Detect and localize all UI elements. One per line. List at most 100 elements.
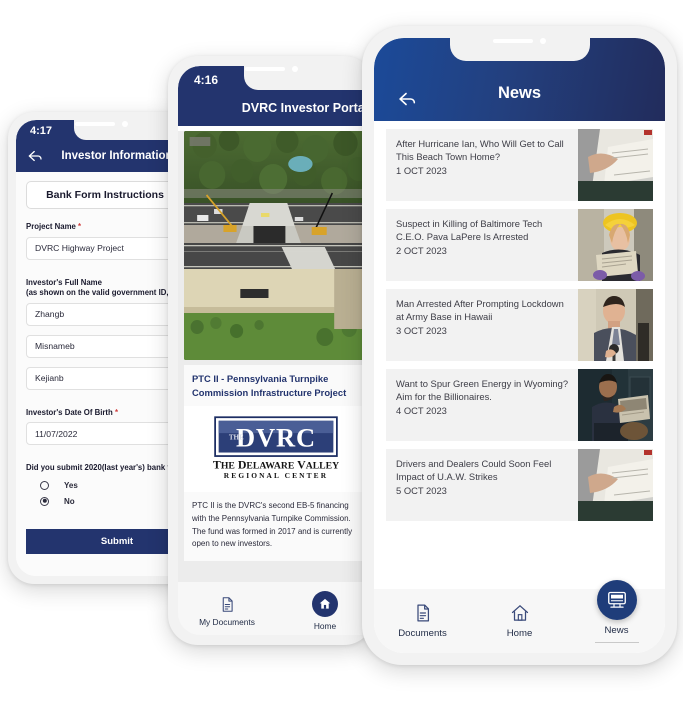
news-item-text: After Hurricane Ian, Who Will Get to Cal… [386, 129, 578, 201]
required-asterisk: * [114, 407, 118, 417]
home-active-badge [312, 591, 338, 617]
last-name-input[interactable]: Kejianb [26, 366, 184, 390]
radio-option-yes[interactable]: Yes [40, 480, 184, 490]
nav-label-home: Home [506, 628, 533, 639]
news-headline: After Hurricane Ian, Who Will Get to Cal… [396, 138, 564, 163]
dob-input[interactable]: 11/07/2022 [26, 422, 184, 446]
news-thumbnail [578, 209, 653, 281]
investor-full-name-label-text: Investor's Full Name [26, 277, 102, 287]
news-headline: Man Arrested After Prompting Lockdown at… [396, 298, 564, 323]
news-date: 4 OCT 2023 [396, 404, 447, 416]
project-name-input[interactable]: DVRC Highway Project [26, 236, 184, 260]
news-thumbnail [578, 129, 653, 201]
radio-yes-icon[interactable] [40, 480, 49, 490]
hands-holding-newspaper-image [578, 449, 653, 521]
phone-right-screen: News After Hurricane Ian, Who Will Get t… [374, 38, 665, 653]
radio-no-icon[interactable] [40, 496, 49, 506]
news-list-item[interactable]: Drivers and Dealers Could Soon Feel Impa… [386, 449, 653, 521]
notch-cutout [449, 38, 590, 61]
news-list-item[interactable]: Suspect in Killing of Baltimore Tech C.E… [386, 209, 653, 281]
news-thumbnail [578, 369, 653, 441]
project-description: PTC II is the DVRC's second EB-5 financi… [184, 492, 368, 561]
investor-full-name-label: Investor's Full Name (as shown on the va… [26, 277, 186, 299]
phone-middle-investor-portal: 4:16 DVRC Investor Portal PTC II - Penns… [168, 56, 374, 645]
active-tab-underline [594, 641, 639, 643]
dvrc-logo-graphic: DVRC THE THE DELAWARE VALLEY REGIONAL CE… [213, 416, 339, 480]
news-badge-icon [607, 591, 626, 608]
news-list-item[interactable]: Want to Spur Green Energy in Wyoming? Ai… [386, 369, 653, 441]
nav-item-home[interactable]: Home [471, 603, 568, 639]
woman-yellow-hat-newspaper-image [578, 209, 653, 281]
nav-item-news[interactable]: News [568, 580, 665, 643]
project-title: PTC II - Pennsylvania Turnpike Commissio… [184, 365, 368, 407]
required-asterisk: * [78, 222, 82, 231]
man-reading-newspaper-dark-image [578, 369, 653, 441]
document-icon [222, 596, 233, 612]
project-hero-image [184, 131, 368, 360]
news-item-text: Drivers and Dealers Could Soon Feel Impa… [386, 449, 578, 521]
page-title: News [497, 84, 542, 102]
phone-middle-body: PTC II - Pennsylvania Turnpike Commissio… [178, 131, 374, 635]
document-icon [416, 604, 429, 622]
news-item-text: Man Arrested After Prompting Lockdown at… [386, 289, 578, 361]
nav-label-my-documents: My Documents [199, 616, 255, 627]
aerial-construction-photo [184, 131, 368, 360]
first-name-input[interactable]: Zhangb [26, 302, 184, 326]
nav-label-documents: Documents [398, 628, 447, 639]
svg-text:REGIONAL CENTER: REGIONAL CENTER [224, 471, 328, 480]
phone-right-bottom-nav: Documents Home News [374, 580, 665, 653]
phone-right-news: News After Hurricane Ian, Who Will Get t… [362, 26, 677, 665]
home-icon [319, 598, 331, 609]
news-headline: Want to Spur Green Energy in Wyoming? Ai… [396, 378, 569, 403]
svg-text:THE DELAWARE VALLEY: THE DELAWARE VALLEY [213, 458, 339, 472]
nav-label-news: News [604, 625, 629, 636]
status-bar-clock: 4:16 [194, 73, 219, 87]
svg-text:THE: THE [229, 434, 244, 442]
news-active-badge [596, 580, 637, 620]
radio-no-label: No [64, 496, 75, 506]
nav-item-documents[interactable]: Documents [374, 603, 471, 639]
dob-label: Investor's Date Of Birth * [26, 408, 184, 419]
news-date: 5 OCT 2023 [396, 484, 447, 496]
news-thumbnail [578, 289, 653, 361]
radio-yes-label: Yes [64, 480, 78, 490]
dob-label-text: Investor's Date Of Birth [26, 407, 113, 417]
notch-cutout [244, 66, 374, 90]
nav-item-my-documents[interactable]: My Documents [178, 596, 276, 627]
phone-middle-screen: 4:16 DVRC Investor Portal PTC II - Penns… [178, 66, 374, 635]
news-headline: Suspect in Killing of Baltimore Tech C.E… [396, 218, 543, 243]
bank-form-question-label: Did you submit 2020(last year's) bank fo… [26, 463, 190, 473]
phone-right-header: News [374, 38, 665, 121]
svg-text:DVRC: DVRC [236, 423, 316, 453]
project-name-label: Project Name * [26, 222, 184, 233]
phone-middle-header: 4:16 DVRC Investor Portal [178, 66, 374, 126]
middle-name-input[interactable]: Misnameb [26, 334, 184, 358]
screenshot-stage: 4:17 Investor Information Bank Form Inst… [0, 0, 683, 703]
investor-full-name-sublabel: (as shown on the valid government ID, i.… [26, 288, 186, 298]
hands-holding-newspaper-image [578, 129, 653, 201]
radio-option-no[interactable]: No [40, 496, 184, 506]
news-headline: Drivers and Dealers Could Soon Feel Impa… [396, 458, 552, 483]
project-name-label-text: Project Name [26, 222, 76, 231]
back-arrow-icon[interactable] [26, 147, 44, 165]
news-list[interactable]: After Hurricane Ian, Who Will Get to Cal… [374, 121, 665, 589]
page-title: DVRC Investor Portal [241, 101, 369, 115]
news-list-item[interactable]: Man Arrested After Prompting Lockdown at… [386, 289, 653, 361]
news-item-text: Suspect in Killing of Baltimore Tech C.E… [386, 209, 578, 281]
bank-form-instructions-button[interactable]: Bank Form Instructions [26, 181, 184, 209]
news-list-item[interactable]: After Hurricane Ian, Who Will Get to Cal… [386, 129, 653, 201]
nav-label-home: Home [313, 621, 337, 631]
news-item-text: Want to Spur Green Energy in Wyoming? Ai… [386, 369, 578, 441]
dvrc-logo: DVRC THE THE DELAWARE VALLEY REGIONAL CE… [184, 406, 368, 493]
phone-middle-bottom-nav: My Documents Home [178, 582, 374, 635]
news-date: 2 OCT 2023 [396, 244, 447, 256]
news-date: 1 OCT 2023 [396, 164, 447, 176]
home-icon [511, 605, 528, 621]
nav-item-home[interactable]: Home [276, 591, 374, 631]
news-thumbnail [578, 449, 653, 521]
reporter-microphone-image [578, 289, 653, 361]
phone-left-investor-information: 4:17 Investor Information Bank Form Inst… [8, 112, 194, 584]
